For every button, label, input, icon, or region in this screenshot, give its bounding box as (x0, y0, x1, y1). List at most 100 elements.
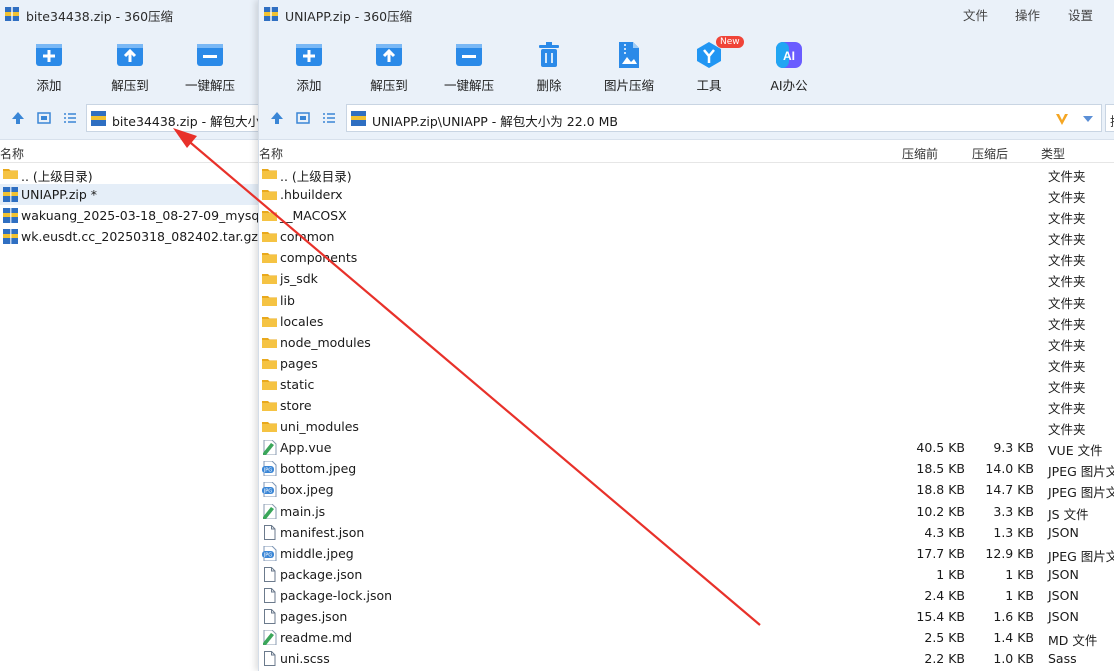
list-item[interactable]: pages 文件夹 (259, 353, 1114, 374)
item-name: package.json (280, 566, 363, 582)
v-logo-icon[interactable] (1054, 111, 1070, 127)
add-button[interactable]: 添加 (274, 38, 344, 96)
item-name: node_modules (280, 334, 371, 350)
list-item[interactable]: wk.eusdt.cc_20250318_082402.tar.gz * (0, 226, 258, 247)
image-compress-icon (619, 42, 639, 68)
item-type: JSON (1048, 608, 1079, 624)
delete-button[interactable]: 删除 (514, 38, 584, 96)
extract-to-button[interactable]: 解压到 (95, 38, 165, 96)
extract-to-label: 解压到 (111, 78, 149, 93)
item-name: middle.jpeg (280, 545, 354, 561)
item-type: 文件夹 (1048, 379, 1086, 395)
search-field-text: 搜 (1110, 111, 1114, 130)
list-item[interactable]: package-lock.json 2.4 KB 1 KB JSON (259, 585, 1114, 606)
code-file-icon (263, 503, 277, 519)
list-item[interactable]: js_sdk 文件夹 (259, 268, 1114, 289)
list-item[interactable]: .. (上级目录) (0, 163, 258, 184)
document-file-icon (264, 608, 276, 624)
address-bar[interactable]: bite34438.zip - 解包大小为 (86, 104, 258, 132)
item-name: js_sdk (280, 271, 318, 287)
list-item[interactable]: JPG middle.jpeg 17.7 KB 12.9 KB JPEG 图片文 (259, 543, 1114, 564)
list-view-icon[interactable] (321, 110, 337, 126)
column-name-header[interactable]: 名称 (259, 145, 283, 162)
item-size: 18.8 KB (916, 482, 965, 498)
new-badge: New (716, 36, 744, 48)
document-file-icon (264, 566, 276, 582)
add-icon (296, 44, 322, 66)
thumbnail-view-icon[interactable] (295, 110, 311, 126)
item-type: 文件夹 (1048, 316, 1086, 332)
menu-operation[interactable]: 操作 (1015, 5, 1040, 24)
trash-icon (539, 42, 559, 67)
thumbnail-view-icon[interactable] (36, 110, 52, 126)
one-click-extract-button[interactable]: 一键解压 (434, 38, 504, 96)
item-size: 17.7 KB (916, 545, 965, 561)
column-size-header[interactable]: 压缩前 (902, 145, 938, 162)
menu-settings[interactable]: 设置 (1068, 5, 1093, 24)
item-name: store (280, 398, 312, 414)
toolbar: 添加 解压到 一键解压 删除 图片压缩 工具 New AI AI办公 (259, 28, 1114, 98)
item-type: 文件夹 (1048, 232, 1086, 248)
folder-icon (262, 422, 277, 433)
list-item[interactable]: JPG bottom.jpeg 18.5 KB 14.0 KB JPEG 图片文 (259, 458, 1114, 479)
list-item[interactable]: readme.md 2.5 KB 1.4 KB MD 文件 (259, 627, 1114, 648)
list-item[interactable]: store 文件夹 (259, 395, 1114, 416)
up-arrow-icon[interactable] (269, 110, 285, 126)
extract-to-button[interactable]: 解压到 (354, 38, 424, 96)
toolbar: 添加 解压到 一键解压 (0, 28, 258, 98)
one-click-extract-label: 一键解压 (184, 78, 235, 93)
list-item[interactable]: package.json 1 KB 1 KB JSON (259, 564, 1114, 585)
folder-icon (262, 337, 277, 348)
document-file-icon (264, 524, 276, 540)
list-item[interactable]: JPG box.jpeg 18.8 KB 14.7 KB JPEG 图片文 (259, 479, 1114, 500)
item-name: pages (280, 355, 318, 371)
ai-office-button[interactable]: AI AI办公 (754, 38, 824, 96)
code-file-icon (263, 440, 277, 456)
column-name-header[interactable]: 名称 (0, 145, 24, 162)
folder-icon (262, 379, 277, 390)
list-item[interactable]: node_modules 文件夹 (259, 332, 1114, 353)
folder-icon (262, 316, 277, 327)
list-item[interactable]: wakuang_2025-03-18_08-27-09_mysql_da (0, 205, 258, 226)
list-item[interactable]: components 文件夹 (259, 247, 1114, 268)
list-item[interactable]: .hbuilderx 文件夹 (259, 184, 1114, 205)
item-name: pages.json (280, 608, 348, 624)
item-type: JSON (1048, 566, 1079, 582)
item-compressed-size: 14.7 KB (985, 482, 1034, 498)
list-item[interactable]: common 文件夹 (259, 226, 1114, 247)
list-item[interactable]: pages.json 15.4 KB 1.6 KB JSON (259, 606, 1114, 627)
column-compressed-header[interactable]: 压缩后 (972, 145, 1008, 162)
list-item[interactable]: manifest.json 4.3 KB 1.3 KB JSON (259, 522, 1114, 543)
list-item[interactable]: App.vue 40.5 KB 9.3 KB VUE 文件 (259, 437, 1114, 458)
menu-file[interactable]: 文件 (963, 5, 988, 24)
chevron-down-icon[interactable] (1082, 114, 1094, 124)
list-item[interactable]: UNIAPP.zip * (0, 184, 258, 206)
folder-icon (262, 401, 277, 412)
one-click-extract-button[interactable]: 一键解压 (175, 38, 245, 96)
image-compress-button[interactable]: 图片压缩 (594, 38, 664, 96)
list-item[interactable]: static 文件夹 (259, 374, 1114, 395)
address-text: bite34438.zip - 解包大小为 (112, 114, 258, 129)
column-type-header[interactable]: 类型 (1041, 145, 1065, 162)
list-item[interactable]: lib 文件夹 (259, 290, 1114, 311)
add-button[interactable]: 添加 (14, 38, 84, 96)
folder-icon (262, 169, 277, 179)
search-field[interactable]: 搜 (1105, 104, 1114, 132)
list-item[interactable]: uni.scss 2.2 KB 1.0 KB Sass (259, 648, 1114, 669)
list-item[interactable]: __MACOSX 文件夹 (259, 205, 1114, 226)
list-item[interactable]: main.js 10.2 KB 3.3 KB JS 文件 (259, 501, 1114, 522)
column-header: 名称 压缩前 压缩后 类型 (259, 141, 1114, 163)
item-type: 文件夹 (1048, 253, 1086, 269)
list-item[interactable]: locales 文件夹 (259, 311, 1114, 332)
item-compressed-size: 1 KB (1005, 566, 1034, 582)
item-name: box.jpeg (280, 482, 334, 498)
address-bar[interactable]: UNIAPP.zip\UNIAPP - 解包大小为 22.0 MB (346, 104, 1102, 132)
list-item[interactable]: .. (上级目录) 文件夹 (259, 163, 1114, 184)
list-view-icon[interactable] (62, 110, 78, 126)
up-arrow-icon[interactable] (10, 110, 26, 126)
item-type: JSON (1048, 587, 1079, 603)
item-type: 文件夹 (1048, 190, 1086, 206)
svg-text:JPG: JPG (263, 468, 272, 474)
list-item[interactable]: uni_modules 文件夹 (259, 416, 1114, 437)
tools-button[interactable]: 工具 New (674, 36, 744, 96)
